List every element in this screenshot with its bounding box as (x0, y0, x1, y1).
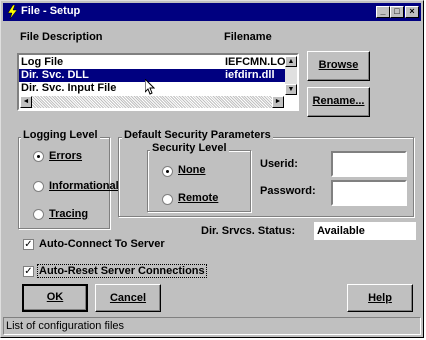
dir-status-value: Available (317, 225, 365, 237)
scroll-right-button[interactable]: ► (272, 96, 284, 108)
filename-header: Filename (224, 31, 272, 43)
status-text: List of configuration files (6, 320, 125, 332)
window-title: File - Setup (21, 5, 81, 17)
file-description-header: File Description (20, 31, 103, 43)
password-label: Password: (260, 185, 316, 197)
auto-connect-label[interactable]: Auto-Connect To Server (39, 238, 165, 250)
cancel-button[interactable]: Cancel (95, 284, 161, 312)
rename-button[interactable]: Rename... (307, 87, 370, 117)
setup-window: File - Setup _ □ × File Description File… (0, 0, 424, 338)
auto-connect-checkbox[interactable]: ✓ (23, 239, 34, 250)
minimize-button[interactable]: _ (376, 6, 390, 18)
security-parameters-title: Default Security Parameters (122, 129, 273, 141)
informational-label[interactable]: Informational (49, 180, 119, 192)
radio-remote[interactable] (162, 194, 173, 205)
ok-button[interactable]: OK (22, 284, 88, 312)
file-list[interactable]: Log File IEFCMN.LO Dir. Svc. DLL iefdirn… (17, 53, 299, 111)
scroll-up-button[interactable]: ▲ (285, 56, 297, 67)
vertical-scroll-track[interactable] (285, 67, 297, 84)
radio-none[interactable] (162, 166, 173, 177)
close-button[interactable]: × (405, 6, 419, 18)
scroll-left-button[interactable]: ◄ (20, 96, 32, 108)
list-item-selected[interactable]: Dir. Svc. DLL iefdirn.dll (19, 69, 297, 82)
remote-label[interactable]: Remote (178, 192, 218, 204)
radio-informational[interactable] (33, 181, 44, 192)
horizontal-scroll-track[interactable] (32, 96, 284, 108)
tracing-label[interactable]: Tracing (49, 208, 88, 220)
list-item[interactable]: Log File IEFCMN.LO (19, 56, 297, 69)
mouse-cursor-icon (145, 79, 155, 95)
dir-status-label: Dir. Srvcs. Status: (201, 225, 296, 237)
security-level-title: Security Level (150, 142, 229, 154)
title-bar[interactable]: File - Setup _ □ × (3, 3, 421, 21)
radio-errors[interactable] (33, 151, 44, 162)
lightning-icon (7, 5, 18, 19)
errors-label[interactable]: Errors (49, 150, 82, 162)
scroll-down-button[interactable]: ▼ (285, 84, 297, 95)
dir-status-value-box: Available (314, 222, 416, 240)
password-input[interactable] (331, 180, 407, 206)
list-item[interactable]: Dir. Svc. Input File (19, 82, 297, 95)
radio-tracing[interactable] (33, 209, 44, 220)
userid-input[interactable] (331, 151, 407, 177)
browse-button[interactable]: Browse (307, 51, 370, 81)
userid-label: Userid: (260, 158, 298, 170)
auto-reset-label[interactable]: Auto-Reset Server Connections (37, 264, 207, 278)
none-label[interactable]: None (178, 164, 206, 176)
help-button[interactable]: Help (347, 284, 413, 312)
status-bar: List of configuration files (3, 317, 421, 335)
auto-reset-checkbox[interactable]: ✓ (23, 266, 34, 277)
logging-level-title: Logging Level (21, 129, 100, 141)
maximize-button[interactable]: □ (390, 6, 404, 18)
